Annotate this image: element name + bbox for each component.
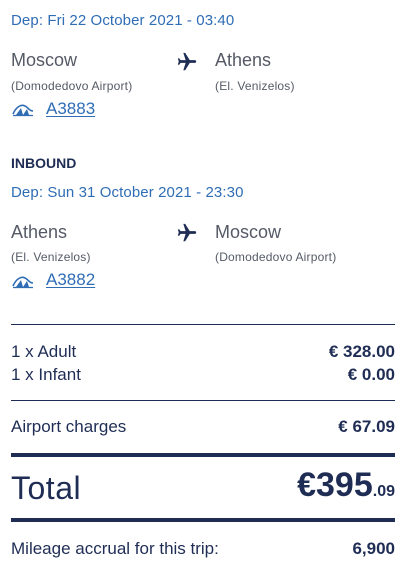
- divider: [11, 324, 395, 325]
- inbound-departure: Dep: Sun 31 October 2021 - 23:30: [11, 184, 244, 201]
- aegean-logo-icon: [12, 276, 34, 289]
- outbound-departure: Dep: Fri 22 October 2021 - 03:40: [11, 12, 235, 29]
- inbound-to-airport: (Domodedovo Airport): [215, 250, 337, 264]
- airplane-icon: [177, 223, 197, 242]
- total-integer: €395: [297, 466, 373, 504]
- total-label: Total: [11, 470, 82, 506]
- fare-adult-value: € 328.00: [328, 342, 395, 361]
- inbound-to-city: Moscow: [215, 222, 282, 242]
- total-divider-top: [11, 453, 395, 457]
- airplane-icon: [177, 52, 197, 71]
- airport-charges-value: € 67.09: [338, 417, 395, 436]
- inbound-section-title: INBOUND: [11, 155, 77, 171]
- inbound-flight-number-link[interactable]: A3882: [46, 270, 95, 290]
- divider: [11, 400, 395, 401]
- outbound-to-airport: (El. Venizelos): [215, 79, 295, 93]
- aegean-logo-icon: [12, 104, 34, 117]
- fare-adult-label: 1 x Adult: [11, 342, 77, 361]
- airport-charges-label: Airport charges: [11, 417, 127, 436]
- fare-infant-value: € 0.00: [347, 365, 395, 384]
- outbound-from-airport: (Domodedovo Airport): [11, 79, 133, 93]
- total-divider-bottom: [11, 518, 395, 522]
- outbound-to-city: Athens: [215, 50, 272, 70]
- mileage-label: Mileage accrual for this trip:: [11, 539, 219, 558]
- fare-infant-label: 1 x Infant: [11, 365, 81, 384]
- inbound-from-airport: (El. Venizelos): [11, 250, 91, 264]
- outbound-from-city: Moscow: [11, 50, 78, 70]
- mileage-value: 6,900: [352, 539, 395, 558]
- total-decimals: .09: [372, 483, 395, 500]
- total-value: €395.09: [297, 466, 395, 505]
- inbound-from-city: Athens: [11, 222, 68, 242]
- outbound-flight-number-link[interactable]: A3883: [46, 99, 95, 119]
